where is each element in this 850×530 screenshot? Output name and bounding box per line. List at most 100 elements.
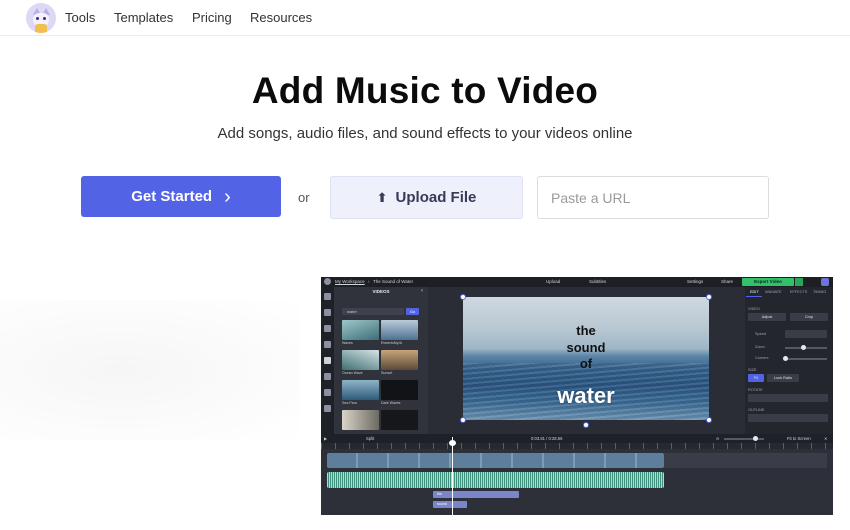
editor-top-bar: My Workspace › The Sound of Water Upload… — [321, 277, 833, 287]
video-thumb-caption: RobertoMy/A — [381, 341, 402, 345]
collapse-panel-icon[interactable]: ‹ — [421, 288, 423, 294]
video-thumb-caption: Ocean Wave — [342, 371, 363, 375]
nav-link-tools[interactable]: Tools — [65, 10, 95, 25]
rail-audio-icon[interactable] — [324, 373, 331, 380]
zoom-slider[interactable] — [785, 347, 827, 349]
video-caption-line-2: sound — [566, 340, 606, 355]
lock-ratio-button[interactable]: Lock Ratio — [767, 374, 799, 382]
rail-media-icon[interactable] — [324, 293, 331, 300]
cat-mascot-logo-icon[interactable] — [26, 3, 56, 33]
library-search-input[interactable]: water — [342, 308, 404, 315]
editor-preview: My Workspace › The Sound of Water Upload… — [321, 277, 833, 515]
video-thumb-8[interactable] — [381, 410, 418, 430]
corners-slider[interactable] — [785, 358, 827, 360]
rotate-handle[interactable] — [583, 422, 589, 428]
video-caption-line-3: of — [579, 356, 593, 371]
rotate-section-label: ROTATE — [748, 388, 763, 392]
timeline-toolbar: ▶ Split 0:03.81 / 0:28.56 ⊖ Fit to Scree… — [321, 434, 833, 443]
video-thumb-2[interactable] — [381, 320, 418, 340]
get-started-button[interactable]: Get Started › — [81, 176, 281, 217]
rail-text-icon[interactable] — [324, 325, 331, 332]
rail-elements-icon[interactable] — [324, 389, 331, 396]
speed-stepper[interactable] — [785, 330, 827, 338]
upload-file-label: Upload File — [395, 189, 477, 206]
video-thumb-7[interactable] — [342, 410, 379, 430]
close-timeline-icon[interactable]: ✕ — [824, 436, 828, 441]
top-nav: Tools Templates Pricing Resources — [0, 0, 850, 36]
timeline-playhead[interactable] — [452, 437, 453, 515]
zoom-slider-knob[interactable] — [801, 345, 806, 350]
split-button[interactable]: Split — [366, 436, 374, 441]
video-track-clip[interactable] — [327, 453, 664, 468]
outline-controls[interactable] — [748, 414, 828, 422]
nav-link-resources[interactable]: Resources — [250, 10, 312, 25]
video-thumb-4[interactable] — [381, 350, 418, 370]
breadcrumb-separator-icon: › — [368, 279, 370, 284]
properties-panel: EDIT ANIMATE EFFECTS TIMING VIDEO Adjust… — [745, 287, 833, 434]
video-thumb-1[interactable] — [342, 320, 379, 340]
video-caption-line-1: the — [576, 323, 596, 338]
outline-section-label: OUTLINE — [748, 408, 765, 412]
editor-settings-button[interactable]: Settings — [687, 279, 703, 284]
resize-handle-top-left[interactable] — [460, 294, 466, 300]
adjust-button[interactable]: Adjust — [748, 313, 786, 321]
video-thumb-6[interactable] — [381, 380, 418, 400]
video-library-panel: VIDEOS ‹ water Go Waves RobertoMy/A Ocea… — [334, 287, 428, 434]
tab-edit[interactable]: EDIT — [750, 290, 759, 294]
zoom-label: Zoom — [755, 345, 765, 349]
editor-share-button[interactable]: Share — [721, 279, 733, 284]
playhead-knob[interactable] — [449, 440, 456, 446]
speed-label: Speed — [755, 332, 766, 336]
library-search-button[interactable]: Go — [406, 308, 419, 315]
video-thumb-3[interactable] — [342, 350, 379, 370]
video-thumb-caption: Waves — [342, 341, 353, 345]
editor-subtitles-button[interactable]: Subtitles — [589, 279, 606, 284]
resize-handle-bottom-right[interactable] — [706, 417, 712, 423]
editor-upload-button[interactable]: Upload — [546, 279, 560, 284]
fit-to-screen-button[interactable]: Fit to Screen — [787, 436, 811, 441]
editor-side-rail — [321, 287, 334, 434]
resize-handle-top-right[interactable] — [706, 294, 712, 300]
video-thumb-caption: Dark Waves — [381, 401, 401, 405]
tab-effects[interactable]: EFFECTS — [790, 290, 807, 294]
export-caret-icon[interactable] — [795, 278, 803, 286]
export-video-button[interactable]: Export Video — [742, 278, 794, 286]
logo-eye-left — [36, 17, 39, 20]
video-canvas[interactable]: the sound of water — [463, 297, 709, 420]
rail-more-icon[interactable] — [324, 405, 331, 412]
nav-link-templates[interactable]: Templates — [114, 10, 173, 25]
fit-button[interactable]: Fit — [748, 374, 764, 382]
video-thumb-5[interactable] — [342, 380, 379, 400]
library-title: VIDEOS — [372, 289, 390, 294]
editor-breadcrumb-workspace[interactable]: My Workspace — [335, 279, 365, 284]
text-track-clip[interactable]: sound — [433, 501, 467, 508]
zoom-out-icon[interactable]: ⊖ — [716, 436, 720, 441]
video-thumb-caption: Sea Flow — [342, 401, 357, 405]
video-caption-line-4: water — [557, 383, 615, 408]
size-section-label: SIZE — [748, 368, 757, 372]
tab-timing[interactable]: TIMING — [813, 290, 826, 294]
canvas-stage: the sound of water — [428, 287, 745, 434]
background-decoration — [0, 300, 300, 440]
tab-animate[interactable]: ANIMATE — [765, 290, 782, 294]
paste-url-input[interactable] — [537, 176, 769, 219]
play-icon[interactable]: ▶ — [324, 436, 327, 441]
rail-images-icon[interactable] — [324, 341, 331, 348]
timecode-display: 0:03.81 / 0:28.56 — [531, 436, 563, 441]
timeline-zoom-knob[interactable] — [753, 436, 758, 441]
resize-handle-bottom-left[interactable] — [460, 417, 466, 423]
rotate-controls[interactable] — [748, 394, 828, 402]
rail-layers-icon[interactable] — [324, 309, 331, 316]
active-tab-indicator — [746, 296, 762, 297]
page-title: Add Music to Video — [251, 70, 599, 111]
audio-track-waveform[interactable] — [327, 472, 664, 488]
timeline-zoom-slider[interactable] — [724, 438, 764, 440]
corners-slider-knob[interactable] — [783, 356, 788, 361]
rail-videos-icon[interactable] — [324, 357, 331, 364]
editor-project-name[interactable]: The Sound of Water — [373, 279, 413, 284]
user-avatar[interactable] — [821, 278, 829, 286]
upload-file-button[interactable]: ⬆ Upload File — [330, 176, 523, 219]
nav-link-pricing[interactable]: Pricing — [192, 10, 232, 25]
crop-button[interactable]: Crop — [790, 313, 828, 321]
text-track-clip[interactable]: the — [433, 491, 519, 498]
